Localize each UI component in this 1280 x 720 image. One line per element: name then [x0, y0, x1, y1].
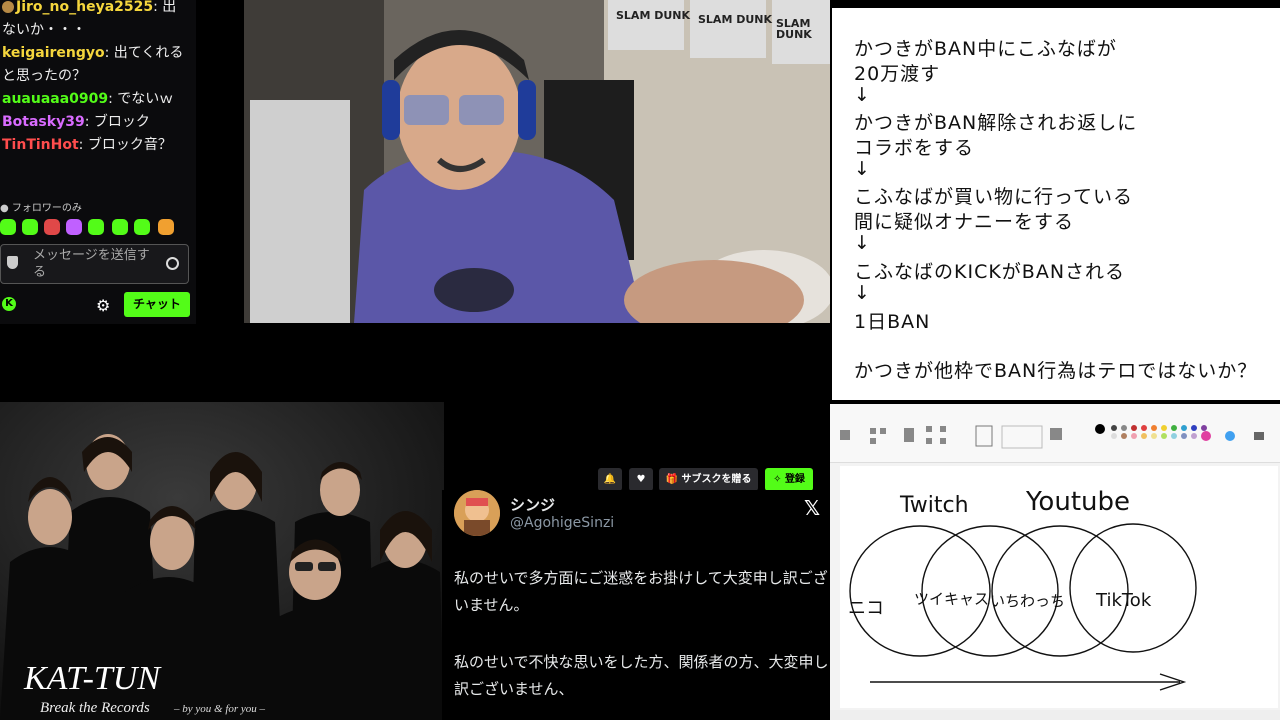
note-line: コラボをする: [854, 137, 975, 159]
avatar: [454, 490, 500, 536]
note-line: ↓: [854, 84, 871, 106]
chat-panel: Jiro_no_heya2525: 出ないか・・・ keigairengyo: 出…: [0, 0, 196, 324]
poster-3: SLAM DUNK: [776, 17, 812, 41]
register-label: 登録: [784, 474, 805, 485]
chat-username[interactable]: auauaaa0909: [2, 91, 108, 107]
note-line: ↓: [854, 282, 871, 304]
chat-messages: Jiro_no_heya2525: 出ないか・・・ keigairengyo: 出…: [0, 0, 196, 157]
note-line: かつきが他枠でBAN行為はテロではないか？: [854, 360, 1258, 382]
x-logo-icon: 𝕏: [804, 496, 821, 520]
chat-message: keigairengyo: 出てくれる: [0, 42, 196, 65]
avatar-image: [454, 490, 500, 536]
chat-text: : ブロック: [84, 114, 150, 130]
paint-ribbon[interactable]: [830, 404, 1280, 463]
note-line: こふなばが買い物に行っている: [854, 186, 1134, 208]
tweet-author-name[interactable]: シンジ: [510, 494, 555, 515]
chat-message: TinTinHot: ブロック音？: [0, 134, 196, 157]
tweet-text-line: 私のせいで不快な思いをした方、関係者の方、大変申し: [454, 653, 829, 671]
chat-username[interactable]: Jiro_no_heya2525: [16, 0, 153, 15]
kat-tun-subtitle: Break the Records: [40, 700, 150, 716]
emote-icon[interactable]: [0, 219, 16, 235]
poster-2: SLAM DUNK: [698, 13, 773, 26]
paint-canvas[interactable]: Twitch Youtube ニコ ツイキャス いちわっち TikTok: [840, 466, 1278, 708]
chat-text-continuation: ないか・・・: [2, 22, 86, 38]
freehand-drawing[interactable]: Twitch Youtube ニコ ツイキャス いちわっち TikTok: [840, 466, 1278, 708]
chat-text: : 出てくれる: [104, 45, 184, 61]
webcam-image: [244, 0, 830, 323]
heart-icon[interactable]: ♥: [629, 468, 653, 491]
label-tiktok: TikTok: [1095, 590, 1152, 611]
label-twitcasting: ツイキャス: [914, 590, 989, 608]
emoji-icon[interactable]: [166, 257, 179, 270]
chat-username[interactable]: TinTinHot: [2, 137, 79, 153]
emote-icon[interactable]: [158, 219, 174, 235]
tweet-text-line: 訳ございません、: [454, 680, 574, 698]
register-button[interactable]: ✧ 登録: [765, 468, 813, 491]
chat-message: auauaaa0909: でないｗ: [0, 88, 196, 111]
note-line: 20万渡す: [854, 63, 941, 85]
note-line: ↓: [854, 232, 871, 254]
bell-icon[interactable]: 🔔: [598, 468, 622, 491]
message-placeholder: メッセージを送信する: [33, 248, 150, 280]
label-niconico: ニコ: [848, 598, 884, 619]
emote-icon[interactable]: [88, 219, 104, 235]
kat-tun-image: KAT-TUN Break the Records – by you & for…: [0, 402, 444, 720]
shield-icon: [7, 256, 18, 269]
emote-icon[interactable]: [44, 219, 60, 235]
tweet-text-line: 私のせいで多方面にご迷惑をお掛けして大変申し訳ござ: [454, 569, 828, 587]
emote-bar[interactable]: [0, 219, 196, 239]
chat-text-continuation: と思ったの？: [2, 68, 86, 84]
poster-1: SLAM DUNK: [616, 9, 691, 22]
tweet-author-handle[interactable]: @AgohigeSinzi: [510, 515, 614, 531]
note-line: ↓: [854, 158, 871, 180]
gift-subscription-label: サブスクを贈る: [681, 474, 752, 485]
emote-icon[interactable]: [22, 219, 38, 235]
kat-tun-logo: KAT-TUN: [24, 660, 161, 697]
kick-logo-icon: K: [2, 297, 16, 311]
notes-panel: かつきがBAN中にこふなばが 20万渡す ↓ かつきがBAN解除されお返しに コ…: [832, 8, 1280, 400]
gift-subscription-button[interactable]: 🎁 サブスクを贈る: [659, 468, 758, 491]
chat-send-button[interactable]: チャット: [124, 292, 190, 317]
paint-toolbar[interactable]: [830, 404, 1280, 462]
follower-only-text: フォロワーのみ: [11, 203, 82, 214]
note-line: こふなばのKICKがBANされる: [854, 261, 1126, 283]
message-input[interactable]: メッセージを送信する: [0, 244, 189, 284]
note-line: かつきがBAN中にこふなばが: [854, 38, 1117, 60]
chat-username[interactable]: keigairengyo: [2, 45, 105, 61]
emote-icon[interactable]: [134, 219, 150, 235]
webcam-feed: SLAM DUNK SLAM DUNK SLAM DUNK: [244, 0, 830, 323]
note-line: 1日BAN: [854, 311, 931, 333]
chat-text: : ブロック音？: [78, 137, 172, 153]
tweet-text-line: いません。: [454, 596, 529, 614]
follower-only-label: ● フォロワーのみ: [0, 203, 82, 214]
note-line: 間に疑似オナニーをする: [854, 211, 1075, 233]
note-line: かつきがBAN解除されお返しに: [854, 112, 1138, 134]
emote-icon[interactable]: [66, 219, 82, 235]
chat-message: Botasky39: ブロック: [0, 111, 196, 134]
chat-text: : でないｗ: [108, 91, 174, 107]
label-youtube: Youtube: [1025, 487, 1130, 517]
paint-status-bar: [830, 710, 1280, 720]
chat-text: : 出: [153, 0, 177, 15]
chat-message: Jiro_no_heya2525: 出: [0, 0, 196, 19]
label-ichiwatchi: いちわっち: [990, 592, 1065, 610]
label-twitch: Twitch: [899, 493, 969, 518]
paint-window: Twitch Youtube ニコ ツイキャス いちわっち TikTok: [830, 404, 1280, 720]
gear-icon[interactable]: ⚙: [96, 296, 110, 315]
tweet-card: シンジ @AgohigeSinzi 𝕏 私のせいで多方面にご迷惑をお掛けして大変…: [442, 490, 830, 720]
chat-username[interactable]: Botasky39: [2, 114, 85, 130]
kat-tun-subtitle-2: – by you & for you –: [174, 703, 266, 715]
user-avatar-icon: [2, 1, 14, 13]
emote-icon[interactable]: [112, 219, 128, 235]
